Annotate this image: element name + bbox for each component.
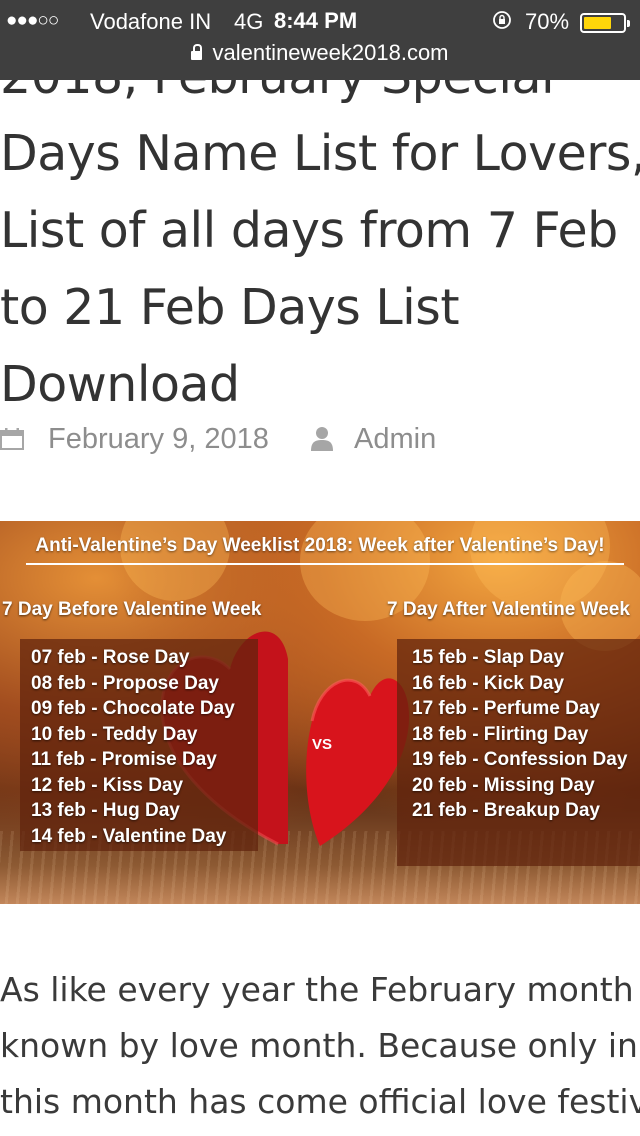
clock-time: 8:44 PM: [274, 8, 358, 33]
article-title: 2018, February Special Days Name List fo…: [0, 38, 640, 423]
secure-lock-icon: [191, 44, 203, 60]
featured-image: Anti-Valentine’s Day Weeklist 2018: Week…: [0, 521, 640, 904]
list-item: 08 feb - Propose Day: [31, 672, 219, 694]
battery-level: [584, 17, 611, 29]
list-item: 19 feb - Confession Day: [412, 749, 628, 770]
address-bar[interactable]: valentineweek2018.com: [0, 40, 640, 70]
banner-title: Anti-Valentine’s Day Weeklist 2018: Week…: [35, 535, 605, 556]
list-item: 07 feb - Rose Day: [31, 647, 190, 668]
versus-label: VS: [312, 736, 333, 753]
list-item: 11 feb - Promise Day: [31, 749, 217, 770]
title-line: Days Name List for Lovers,: [0, 125, 640, 182]
list-item: 17 feb - Perfume Day: [412, 698, 600, 719]
list-item: 14 feb - Valentine Day: [31, 825, 227, 847]
browser-top-bar: ●●●○○ Vodafone IN 4G 8:44 PM 70% valenti…: [0, 0, 640, 80]
status-bar: ●●●○○ Vodafone IN 4G 8:44 PM 70%: [0, 4, 640, 38]
battery-percentage: 70%: [525, 9, 570, 34]
list-item: 16 feb - Kick Day: [412, 672, 565, 694]
before-days-list: 07 feb - Rose Day 08 feb - Propose Day 0…: [31, 645, 235, 849]
author-link[interactable]: Admin: [354, 423, 436, 456]
rotation-lock-icon: [493, 11, 511, 29]
post-date-link[interactable]: February 9, 2018: [48, 423, 269, 456]
signal-strength-icon: ●●●○○: [6, 10, 59, 31]
title-line: Download: [0, 356, 240, 413]
url-text: valentineweek2018.com: [212, 40, 449, 65]
title-line: to 21 Feb Days List: [0, 279, 460, 336]
list-item: 15 feb - Slap Day: [412, 647, 565, 668]
battery-icon: [580, 13, 630, 33]
list-item: 20 feb - Missing Day: [412, 774, 595, 796]
list-item: 18 feb - Flirting Day: [412, 723, 589, 745]
user-icon: [311, 427, 333, 451]
list-item: 09 feb - Chocolate Day: [31, 698, 235, 719]
carrier-name: Vodafone IN: [90, 9, 212, 34]
network-type: 4G: [234, 9, 264, 34]
bokeh-light: [120, 521, 230, 601]
article-body-paragraph: As like every year the February month is…: [0, 962, 640, 1130]
title-line: List of all days from 7 Feb: [0, 202, 618, 259]
after-days-list: 15 feb - Slap Day 16 feb - Kick Day 17 f…: [412, 645, 627, 824]
calendar-icon: [0, 428, 24, 450]
paragraph-line: this month has come official love festiv…: [0, 1082, 640, 1121]
battery-terminal: [627, 20, 630, 27]
before-week-heading: 7 Day Before Valentine Week: [2, 599, 262, 620]
banner-title-underline: [26, 563, 624, 565]
list-item: 10 feb - Teddy Day: [31, 723, 198, 745]
list-item: 13 feb - Hug Day: [31, 800, 180, 821]
right-heart-shape: [306, 678, 410, 846]
list-item: 12 feb - Kiss Day: [31, 774, 184, 796]
after-week-heading: 7 Day After Valentine Week: [387, 599, 630, 620]
paragraph-line: As like every year the February month is: [0, 970, 640, 1009]
paragraph-line: known by love month. Because only in: [0, 1026, 638, 1065]
list-item: 21 feb - Breakup Day: [412, 800, 600, 821]
